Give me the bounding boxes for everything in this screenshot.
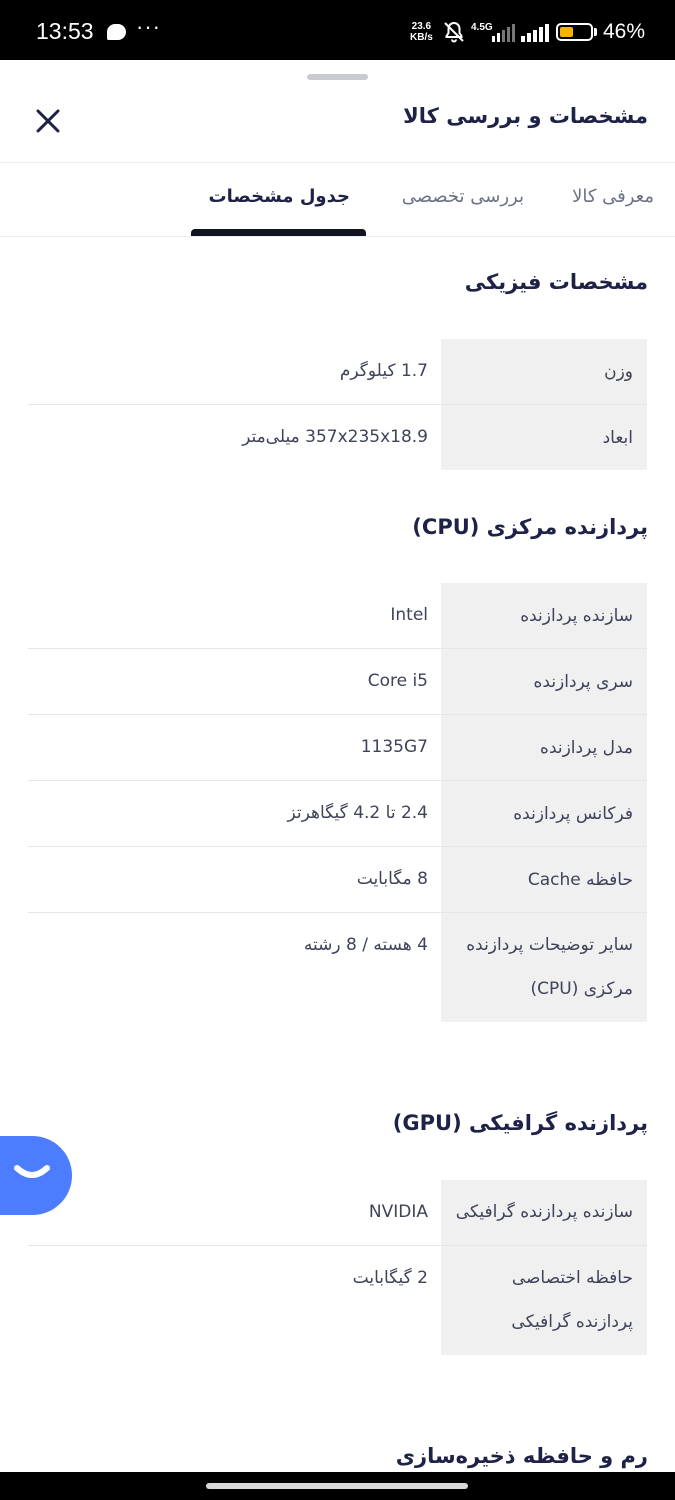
table-row: فرکانس پردازنده 2.4 تا 4.2 گیگاهرتز bbox=[28, 781, 647, 847]
spec-value: 8 مگابایت bbox=[356, 869, 428, 889]
chat-smile-icon bbox=[14, 1165, 50, 1178]
network-speed: 23.6 KB/s bbox=[410, 21, 433, 43]
system-nav-bar bbox=[0, 1472, 675, 1500]
table-row: سازنده پردازنده Intel bbox=[28, 583, 647, 649]
signal-icon-2 bbox=[521, 24, 549, 42]
network-speed-value: 23.6 bbox=[411, 21, 432, 32]
status-bar: 13:53 ··· 23.6 KB/s 4.5G 46% bbox=[0, 0, 675, 60]
section-title-cpu: پردازنده مرکزی (CPU) bbox=[412, 515, 648, 539]
spec-label: مدل پردازنده bbox=[441, 715, 647, 780]
sheet-drag-handle[interactable] bbox=[307, 74, 368, 80]
table-row: سری پردازنده Core i5 bbox=[28, 649, 647, 715]
spec-value: 1.7 کیلوگرم bbox=[339, 361, 428, 381]
spec-label: حافظه Cache bbox=[441, 847, 647, 912]
spec-label: وزن bbox=[441, 339, 647, 404]
bell-off-icon bbox=[444, 21, 464, 43]
sheet-title: مشخصات و بررسی کالا bbox=[403, 104, 648, 128]
network-speed-unit: KB/s bbox=[410, 32, 433, 43]
spec-label: حافظه اختصاصی پردازنده گرافیکی bbox=[441, 1246, 647, 1355]
tab-expert-review[interactable]: بررسی تخصصی bbox=[402, 186, 524, 207]
section-title-ram-storage: رم و حافظه ذخیره‌سازی bbox=[395, 1444, 648, 1468]
table-row: حافظه اختصاصی پردازنده گرافیکی 2 گیگابای… bbox=[28, 1246, 647, 1355]
close-button[interactable] bbox=[28, 101, 68, 141]
home-gesture-pill[interactable] bbox=[206, 1483, 468, 1489]
signal-icon bbox=[492, 24, 515, 42]
tab-active-indicator bbox=[191, 229, 366, 236]
spec-label: سازنده پردازنده bbox=[441, 583, 647, 648]
header-divider bbox=[0, 162, 675, 163]
table-row: وزن 1.7 کیلوگرم bbox=[28, 339, 647, 405]
battery-tip bbox=[594, 28, 597, 36]
battery-fill bbox=[560, 27, 573, 37]
tabs-divider bbox=[0, 236, 675, 237]
spec-value: NVIDIA bbox=[368, 1202, 428, 1222]
table-row: سازنده پردازنده گرافیکی NVIDIA bbox=[28, 1180, 647, 1246]
section-title-gpu: پردازنده گرافیکی (GPU) bbox=[392, 1111, 648, 1135]
spec-label: سری پردازنده bbox=[441, 649, 647, 714]
spec-value: Core i5 bbox=[367, 671, 428, 691]
spec-table-cpu: سازنده پردازنده Intel سری پردازنده Core … bbox=[28, 583, 647, 1022]
spec-value: 2.4 تا 4.2 گیگاهرتز bbox=[287, 803, 428, 823]
spec-value: 2 گیگابایت bbox=[352, 1268, 428, 1288]
spec-label: ابعاد bbox=[441, 405, 647, 470]
spec-label: سازنده پردازنده گرافیکی bbox=[441, 1180, 647, 1245]
spec-value: 357x235x18.9 میلی‌متر bbox=[242, 427, 428, 447]
spec-label: سایر توضیحات پردازنده مرکزی (CPU) bbox=[441, 913, 647, 1022]
section-title-physical: مشخصات فیزیکی bbox=[464, 270, 648, 294]
overflow-dots: ··· bbox=[136, 14, 161, 39]
spec-value: 4 هسته / 8 رشته bbox=[303, 935, 428, 955]
spec-table-physical: وزن 1.7 کیلوگرم ابعاد 357x235x18.9 میلی‌… bbox=[28, 339, 647, 470]
tab-specifications[interactable]: جدول مشخصات bbox=[209, 186, 350, 207]
tab-product-intro[interactable]: معرفی کالا bbox=[572, 186, 654, 207]
battery-icon bbox=[556, 23, 593, 41]
spec-value: 1135G7 bbox=[360, 737, 428, 757]
spec-label: فرکانس پردازنده bbox=[441, 781, 647, 846]
network-type: 4.5G bbox=[471, 22, 493, 33]
table-row: ابعاد 357x235x18.9 میلی‌متر bbox=[28, 405, 647, 470]
table-row: سایر توضیحات پردازنده مرکزی (CPU) 4 هسته… bbox=[28, 913, 647, 1022]
spec-value: Intel bbox=[390, 605, 428, 625]
chat-bubble-icon bbox=[107, 24, 126, 40]
close-icon bbox=[36, 109, 60, 133]
status-time: 13:53 bbox=[36, 18, 94, 44]
battery-percent: 46% bbox=[603, 20, 646, 43]
spec-table-gpu: سازنده پردازنده گرافیکی NVIDIA حافظه اخت… bbox=[28, 1180, 647, 1355]
table-row: مدل پردازنده 1135G7 bbox=[28, 715, 647, 781]
table-row: حافظه Cache 8 مگابایت bbox=[28, 847, 647, 913]
